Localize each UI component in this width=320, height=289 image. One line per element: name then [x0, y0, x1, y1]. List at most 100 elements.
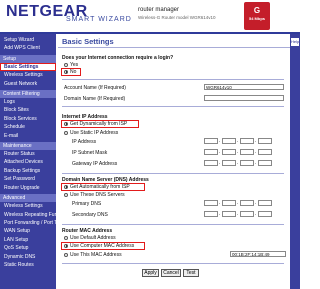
sidebar-item-guest-network[interactable]: Guest Network — [0, 80, 56, 88]
gateway-octet-3[interactable] — [240, 160, 254, 166]
cancel-button[interactable]: Cancel — [161, 269, 181, 277]
gateway-label: Gateway IP Address — [72, 161, 118, 167]
dns-these-radio[interactable] — [64, 192, 68, 197]
divider — [62, 263, 284, 264]
sidebar-item-schedule[interactable]: Schedule — [0, 123, 56, 131]
sidebar-item-router-status[interactable]: Router Status — [0, 150, 56, 158]
dot: . — [255, 149, 257, 155]
sidebar-item-wireless-settings[interactable]: Wireless Settings — [0, 71, 56, 79]
mac-default-option[interactable]: Use Default Address — [64, 235, 116, 241]
secondary-dns-octet-4[interactable] — [258, 211, 272, 217]
test-button[interactable]: Test — [183, 269, 199, 277]
sidebar-section-header: Setup — [0, 54, 56, 63]
sidebar-item-setup-wizard[interactable]: Setup Wizard — [0, 36, 56, 44]
header: NETGEAR SMART WIZARD router manager Wire… — [0, 0, 300, 34]
ip-address-label: IP Address — [72, 139, 97, 145]
help-tab[interactable]: Help — [291, 38, 299, 46]
divider — [62, 224, 284, 225]
badge-sub: 54 Mbps — [248, 16, 265, 21]
mac-section-title: Router MAC Address — [62, 228, 113, 234]
gateway-octet-4[interactable] — [258, 160, 272, 166]
login-no-radio[interactable] — [64, 69, 68, 74]
mac-computer-option[interactable]: Use Computer MAC Address — [64, 243, 134, 249]
dot: . — [255, 211, 257, 217]
primary-dns-octet-4[interactable] — [258, 200, 272, 206]
domain-name-text: Domain Name — [64, 96, 96, 102]
sidebar-item-wan-setup[interactable]: WAN Setup — [0, 227, 56, 235]
login-no-label: No — [70, 69, 77, 75]
sidebar-item-qos-setup[interactable]: QoS Setup — [0, 244, 56, 252]
dot: . — [237, 211, 239, 217]
sidebar-item-router-upgrade[interactable]: Router Upgrade — [0, 184, 56, 192]
login-yes-radio[interactable] — [64, 62, 68, 67]
gateway-octet-2[interactable] — [222, 160, 236, 166]
sidebar-item-lan-setup[interactable]: LAN Setup — [0, 236, 56, 244]
ip-static-option[interactable]: Use Static IP Address — [64, 130, 118, 136]
ip-address-octet-4[interactable] — [258, 138, 272, 144]
sidebar-item-set-password[interactable]: Set Password — [0, 175, 56, 183]
ip-dynamic-radio[interactable] — [64, 121, 68, 126]
sidebar-item-port-forwarding-port-triggering[interactable]: Port Forwarding / Port Triggering — [0, 219, 77, 227]
secondary-dns-octet-2[interactable] — [222, 211, 236, 217]
mac-address-input[interactable]: 00:1B:2F:14:1B:49 — [230, 251, 286, 257]
mac-this-option[interactable]: Use This MAC Address — [64, 252, 122, 258]
subnet-octet-4[interactable] — [258, 149, 272, 155]
ip-address-octet-1[interactable] — [204, 138, 218, 144]
primary-dns-octet-3[interactable] — [240, 200, 254, 206]
sidebar-item-wireless-repeating-function[interactable]: Wireless Repeating Function — [0, 211, 68, 219]
primary-dns-octet-1[interactable] — [204, 200, 218, 206]
subnet-octet-1[interactable] — [204, 149, 218, 155]
dot: . — [255, 160, 257, 166]
subnet-octet-3[interactable] — [240, 149, 254, 155]
mac-computer-radio[interactable] — [64, 243, 68, 248]
wireless-g-badge: G 54 Mbps — [244, 2, 270, 30]
sidebar-item-backup-settings[interactable]: Backup Settings — [0, 167, 56, 175]
primary-dns-label: Primary DNS — [72, 201, 102, 207]
dns-auto-radio[interactable] — [64, 184, 68, 189]
sidebar-item-static-routes[interactable]: Static Routes — [0, 261, 56, 269]
sidebar-item-wireless-settings[interactable]: Wireless Settings — [0, 202, 56, 210]
sidebar-item-basic-settings[interactable]: Basic Settings — [0, 62, 56, 72]
account-name-req: (If Required) — [98, 85, 126, 91]
dot: . — [219, 160, 221, 166]
account-name-input[interactable]: WGR614v10 — [204, 84, 284, 90]
divider — [62, 79, 284, 80]
sidebar-section-header: Content Filtering — [0, 90, 56, 99]
sidebar-item-add-wps-client[interactable]: Add WPS Client — [0, 44, 56, 52]
dns-these-option[interactable]: Use These DNS Servers — [64, 192, 125, 198]
subnet-octet-2[interactable] — [222, 149, 236, 155]
secondary-dns-octet-1[interactable] — [204, 211, 218, 217]
help-panel: Help — [290, 34, 300, 289]
mac-default-radio[interactable] — [64, 235, 68, 240]
ip-address-octet-3[interactable] — [240, 138, 254, 144]
secondary-dns-label: Secondary DNS — [72, 212, 108, 218]
ip-address-octet-2[interactable] — [222, 138, 236, 144]
page-title: Basic Settings — [62, 37, 114, 46]
apply-button[interactable]: Apply — [142, 269, 159, 277]
account-name-label: Account Name (If Required) — [64, 85, 126, 91]
ip-static-radio[interactable] — [64, 130, 68, 135]
sidebar-item-logs[interactable]: Logs — [0, 98, 56, 106]
secondary-dns-octet-3[interactable] — [240, 211, 254, 217]
gateway-octet-1[interactable] — [204, 160, 218, 166]
divider — [62, 106, 284, 107]
dns-auto-option[interactable]: Get Automatically from ISP — [64, 184, 130, 190]
main-content: Basic Settings Does your Internet connec… — [58, 34, 290, 289]
sidebar-item-e-mail[interactable]: E-mail — [0, 132, 56, 140]
domain-name-req: (If Required) — [97, 96, 126, 102]
dot: . — [219, 138, 221, 144]
domain-name-input[interactable] — [204, 95, 284, 101]
sidebar-item-attached-devices[interactable]: Attached Devices — [0, 158, 56, 166]
login-no-option[interactable]: No — [64, 69, 76, 75]
sidebar-item-dynamic-dns[interactable]: Dynamic DNS — [0, 253, 56, 261]
ip-dynamic-label: Get Dynamically from ISP — [70, 121, 128, 127]
domain-name-label: Domain Name (If Required) — [64, 96, 125, 102]
ip-dynamic-option[interactable]: Get Dynamically from ISP — [64, 121, 127, 127]
primary-dns-octet-2[interactable] — [222, 200, 236, 206]
sidebar-item-block-sites[interactable]: Block Sites — [0, 106, 56, 114]
divider — [62, 173, 284, 174]
dot: . — [219, 149, 221, 155]
mac-this-radio[interactable] — [64, 252, 68, 257]
dot: . — [219, 211, 221, 217]
sidebar-item-block-services[interactable]: Block Services — [0, 115, 56, 123]
